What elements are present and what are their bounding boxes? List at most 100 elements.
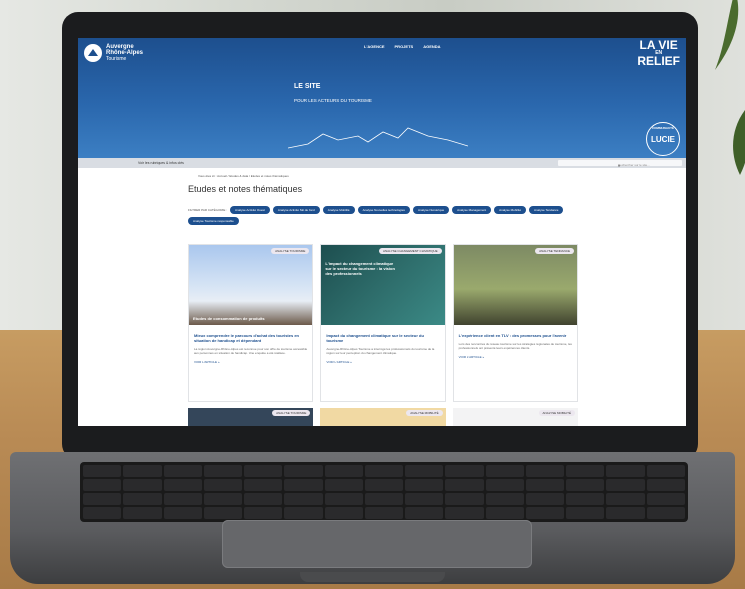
keyboard-key	[324, 479, 363, 491]
article-card[interactable]: ANALYSE TOURISME	[188, 408, 314, 426]
keyboard-key	[646, 493, 685, 505]
card-image: ANALYSE CHANGEMENT CLIMATIQUE L'impact d…	[321, 245, 445, 325]
keyboard-key	[83, 493, 122, 505]
sitebar-label[interactable]: Voir les rubriques & infos clés	[138, 161, 184, 165]
article-card[interactable]: ANALYSE MOBILITÉ	[320, 408, 446, 426]
keyboard-key	[525, 507, 565, 519]
filter-tag[interactable]: Analyse Tendance	[529, 206, 564, 214]
card-badge: ANALYSE MOBILITÉ	[538, 410, 575, 416]
card-read-more-link[interactable]: VOIR L'ARTICLE »	[454, 350, 577, 364]
keyboard-key	[123, 479, 162, 491]
logo-line3: Tourisme	[106, 56, 127, 62]
keyboard-key	[525, 465, 565, 477]
card-text: La région Auvergne-Rhône-Alpes est recon…	[194, 347, 308, 355]
article-card[interactable]: ANALYSE MOBILITÉ	[452, 408, 578, 426]
card-badge: ANALYSE TOURISME	[271, 248, 310, 254]
keyboard-key	[324, 465, 363, 477]
card-badge: ANALYSE MOBILITÉ	[406, 410, 443, 416]
keyboard-key	[244, 465, 283, 477]
keyboard-key	[364, 465, 404, 477]
article-cards-row2: ANALYSE TOURISME ANALYSE MOBILITÉ ANALYS…	[188, 408, 578, 426]
filter-tag[interactable]: Analyse Management	[452, 206, 492, 214]
site-subbar: Voir les rubriques & infos clés Recherch…	[78, 158, 686, 168]
keyboard-key	[445, 493, 484, 505]
card-badge: ANALYSE TOURISME	[272, 410, 311, 416]
keyboard-key	[244, 493, 283, 505]
card-overlay-text: L'impact du changement climatique sur le…	[325, 261, 395, 276]
keyboard-key	[364, 507, 404, 519]
card-read-more-link[interactable]: VOIR L'ARTICLE »	[189, 355, 312, 369]
filter-tag[interactable]: Analyse Activité Ski de fond	[272, 206, 320, 214]
card-badge: ANALYSE TENDANCE	[535, 248, 574, 254]
keyboard-key	[445, 507, 484, 519]
keyboard-key	[203, 479, 243, 491]
keyboard-key	[203, 465, 243, 477]
keyboard-key	[405, 465, 444, 477]
hero-subtitle: POUR LES ACTEURS DU TOURISME	[294, 98, 372, 103]
keyboard-key	[163, 479, 202, 491]
card-read-more-link[interactable]: VOIR L'ARTICLE »	[321, 355, 444, 369]
filter-tag[interactable]: Analyse Mobilité	[494, 206, 526, 214]
keyboard-key	[525, 493, 565, 505]
article-cards: ANALYSE TOURISME Etudes de consommation …	[188, 244, 578, 402]
keyboard-key	[606, 479, 645, 491]
keyboard-key	[163, 465, 202, 477]
brand-logo: LA VIE EN RELIEF	[637, 39, 680, 68]
search-icon[interactable]: ⌕	[618, 163, 681, 168]
laptop-screen: Auvergne Rhône-Alpes Tourisme L'AGENCE P…	[78, 38, 686, 426]
keyboard-key	[83, 507, 122, 519]
keyboard-key	[445, 479, 484, 491]
keyboard-key	[324, 507, 363, 519]
card-title[interactable]: Impact du changement climatique sur le s…	[321, 325, 444, 347]
laptop-front-lip	[300, 572, 445, 582]
filter-tag[interactable]: Analyse Activité Ouest	[230, 206, 270, 214]
keyboard-key	[123, 493, 162, 505]
filter-tag[interactable]: Analyse Numérique	[412, 206, 450, 214]
card-image: ANALYSE TOURISME Etudes de consommation …	[189, 245, 313, 325]
hero-title: LE SITE	[294, 83, 321, 90]
keyboard-key	[163, 507, 202, 519]
keyboard-key	[445, 465, 484, 477]
article-card[interactable]: ANALYSE CHANGEMENT CLIMATIQUE L'impact d…	[320, 244, 446, 402]
keyboard-key	[646, 479, 685, 491]
logo-mark-icon	[84, 44, 102, 62]
article-card[interactable]: ANALYSE TENDANCE L'expérience client en …	[452, 244, 578, 402]
keyboard-key	[405, 479, 444, 491]
nav-item-projets[interactable]: PROJETS	[395, 44, 414, 49]
filter-tag[interactable]: Analyse Tourisme responsable	[188, 217, 239, 225]
keyboard-key	[203, 507, 243, 519]
keyboard-key	[485, 507, 524, 519]
filter-tag[interactable]: Analyse Mobilité	[322, 206, 355, 214]
brand-line3: RELIEF	[637, 54, 680, 68]
site-logo[interactable]: Auvergne Rhône-Alpes Tourisme	[84, 44, 143, 62]
keyboard-key	[244, 479, 283, 491]
nav-item-agence[interactable]: L'AGENCE	[364, 44, 385, 49]
keyboard-key	[566, 507, 605, 519]
keyboard-key	[606, 507, 645, 519]
mountain-line-icon	[288, 127, 468, 149]
lucie-label: LUCIE	[651, 134, 675, 144]
card-image: ANALYSE TENDANCE	[453, 245, 577, 325]
card-overlay-text: Etudes de consommation de produits	[193, 316, 265, 321]
nav-item-agenda[interactable]: AGENDA	[423, 44, 440, 49]
keyboard-key	[525, 479, 565, 491]
keyboard-key	[324, 493, 363, 505]
keyboard-key	[244, 507, 283, 519]
lucie-badge[interactable]: COMMUNAUTÉ LUCIE	[646, 122, 680, 156]
article-card[interactable]: ANALYSE TOURISME Etudes de consommation …	[188, 244, 314, 402]
keyboard-key	[646, 465, 685, 477]
lucie-top-label: COMMUNAUTÉ	[652, 126, 674, 130]
card-title[interactable]: Mieux comprendre le parcours d'achat des…	[189, 325, 312, 347]
search-input[interactable]: Rechercher sur le site... ⌕	[558, 160, 682, 168]
keyboard-key	[284, 493, 323, 505]
keyboard-key	[203, 493, 243, 505]
keyboard-key	[646, 507, 685, 519]
keyboard-key	[364, 479, 404, 491]
card-title[interactable]: L'expérience client en TLV : des promess…	[454, 325, 577, 342]
keyboard-key	[405, 493, 444, 505]
filter-tag[interactable]: Analyse Nouvelles technologies	[357, 206, 410, 214]
keyboard-key	[485, 493, 524, 505]
keyboard	[80, 462, 688, 522]
card-text: Lors des rencontres du réseau tourisme s…	[458, 342, 572, 350]
keyboard-key	[606, 465, 645, 477]
